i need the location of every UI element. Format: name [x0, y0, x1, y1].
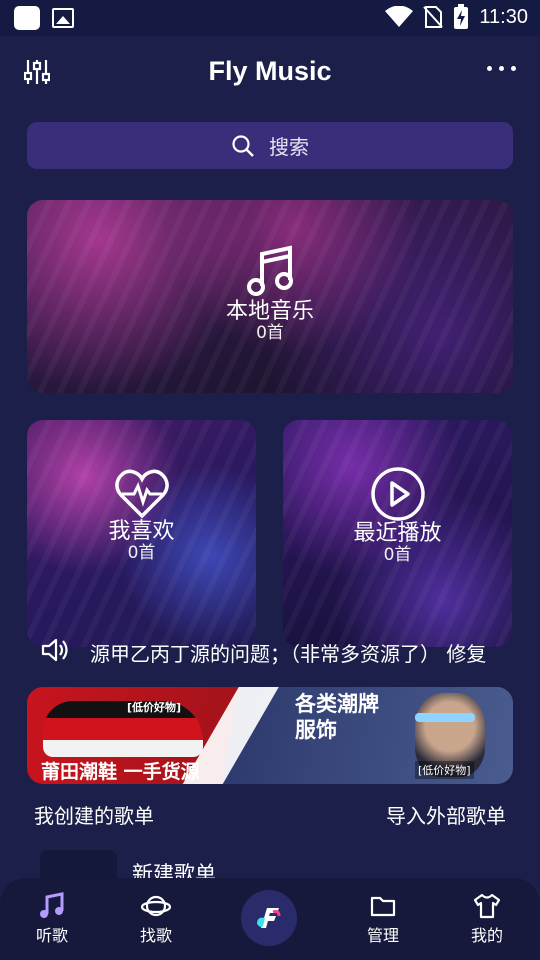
tshirt-icon — [473, 893, 501, 919]
banner-right-tag: [低价好物] — [415, 761, 474, 779]
battery-charging-icon — [454, 4, 469, 29]
more-dot — [511, 66, 516, 71]
speaker-icon — [41, 638, 68, 662]
import-playlist-button[interactable]: 导入外部歌单 — [386, 800, 506, 829]
glasses-shape — [415, 713, 475, 722]
nav-item-find[interactable]: 找歌 — [121, 892, 191, 946]
banner-right-line2: 服饰 — [295, 718, 337, 742]
more-button[interactable] — [487, 66, 516, 71]
nav-item-mine[interactable]: 我的 — [452, 892, 522, 946]
favorites-title: 我喜欢 — [108, 519, 175, 544]
more-horizontal-icon — [487, 66, 492, 71]
play-circle-icon — [370, 467, 425, 521]
status-time: 11:30 — [479, 5, 528, 28]
my-playlists-label: 我创建的歌单 — [34, 804, 154, 828]
status-bar: 11:30 — [0, 0, 540, 36]
local-music-title: 本地音乐 — [225, 299, 314, 324]
nav-label-find: 找歌 — [139, 926, 172, 945]
music-note-icon — [40, 892, 64, 918]
recent-title: 最近播放 — [353, 521, 442, 546]
favorites-card[interactable]: 我喜欢 0首 — [27, 420, 256, 647]
page-title: Fly Music — [208, 56, 332, 86]
search-icon — [232, 134, 254, 157]
notice-text: 源甲乙丙丁源的问题；（非常多资源了） 修复 — [90, 642, 487, 666]
app-logo-icon — [257, 908, 281, 928]
app-square-icon — [14, 6, 40, 30]
local-music-count: 0首 — [256, 323, 284, 343]
nav-label-listen: 听歌 — [35, 926, 68, 945]
bottom-navigation: 听歌 找歌 管理 我的 — [0, 878, 540, 960]
banner-right-line1: 各类潮牌 — [295, 692, 379, 716]
playlist-section-header: 我创建的歌单 导入外部歌单 — [34, 800, 506, 828]
recent-count: 0首 — [383, 545, 412, 565]
nav-item-listen[interactable]: 听歌 — [17, 892, 87, 946]
planet-icon — [141, 895, 171, 917]
local-music-card[interactable]: 本地音乐 0首 — [27, 200, 513, 393]
nav-label-mine: 我的 — [470, 926, 503, 945]
banner-left-tag: [低价好物] — [127, 701, 182, 714]
search-bar[interactable]: 搜索 — [27, 122, 513, 169]
image-icon — [52, 8, 74, 28]
folder-icon — [370, 896, 396, 917]
ad-banner[interactable]: [低价好物] 莆田潮鞋 一手货源 各类潮牌 服饰 [低价好物] — [27, 687, 513, 784]
nav-item-manage[interactable]: 管理 — [348, 892, 418, 946]
banner-right-title: 各类潮牌 服饰 — [295, 691, 379, 743]
wifi-icon — [385, 6, 414, 27]
banner-left-text: 莆田潮鞋 一手货源 — [41, 761, 200, 783]
favorites-count: 0首 — [127, 543, 156, 563]
nav-label-manage: 管理 — [366, 926, 399, 945]
recent-card[interactable]: 最近播放 0首 — [283, 420, 512, 647]
app-bar: Fly Music — [0, 36, 540, 110]
no-sim-icon — [423, 6, 444, 28]
heart-pulse-icon — [114, 469, 169, 519]
music-note-icon — [247, 245, 293, 296]
search-placeholder: 搜索 — [269, 135, 309, 159]
notice-marquee: 源甲乙丙丁源的问题；（非常多资源了） 修复 — [40, 636, 512, 666]
app-logo-button[interactable] — [241, 890, 297, 946]
more-dot — [499, 66, 504, 71]
